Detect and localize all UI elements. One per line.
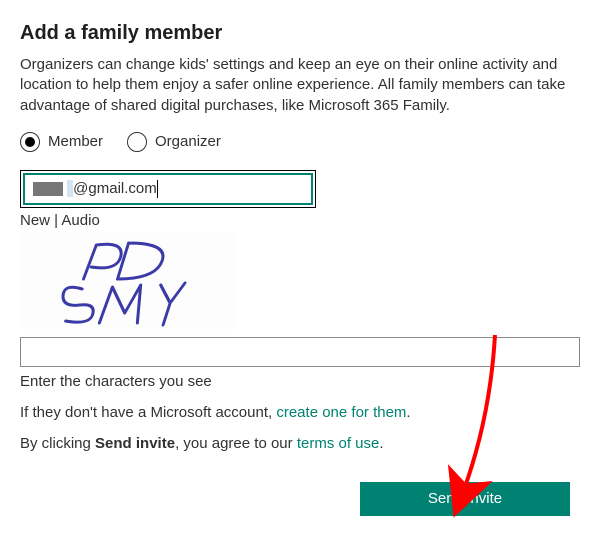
page-description: Organizers can change kids' settings and… (20, 55, 570, 116)
captcha-new-link[interactable]: New (20, 212, 50, 229)
send-invite-button[interactable]: Send invite (360, 482, 570, 516)
page-title: Add a family member (20, 22, 570, 45)
text-caret (157, 180, 158, 198)
captcha-audio-link[interactable]: Audio (61, 212, 99, 229)
role-organizer-radio[interactable]: Organizer (127, 132, 221, 152)
role-member-label: Member (48, 133, 103, 150)
role-member-radio[interactable]: Member (20, 132, 103, 152)
terms-of-use-link[interactable]: terms of use (297, 435, 380, 452)
email-input[interactable]: @gmail.com (23, 173, 313, 205)
role-radio-group: Member Organizer (20, 132, 570, 152)
radio-icon (20, 132, 40, 152)
captcha-links: New | Audio (20, 212, 570, 229)
send-invite-strong: Send invite (95, 435, 175, 452)
redacted-block (33, 182, 63, 196)
email-field-wrapper: @gmail.com (20, 170, 316, 208)
radio-icon (127, 132, 147, 152)
create-account-link[interactable]: create one for them (276, 404, 406, 421)
agree-line: By clicking Send invite, you agree to ou… (20, 435, 570, 452)
captcha-hint: Enter the characters you see (20, 373, 570, 390)
role-organizer-label: Organizer (155, 133, 221, 150)
email-visible-text: @gmail.com (73, 180, 157, 197)
captcha-image (20, 233, 236, 329)
captcha-input[interactable] (20, 337, 580, 367)
no-account-line: If they don't have a Microsoft account, … (20, 404, 570, 421)
